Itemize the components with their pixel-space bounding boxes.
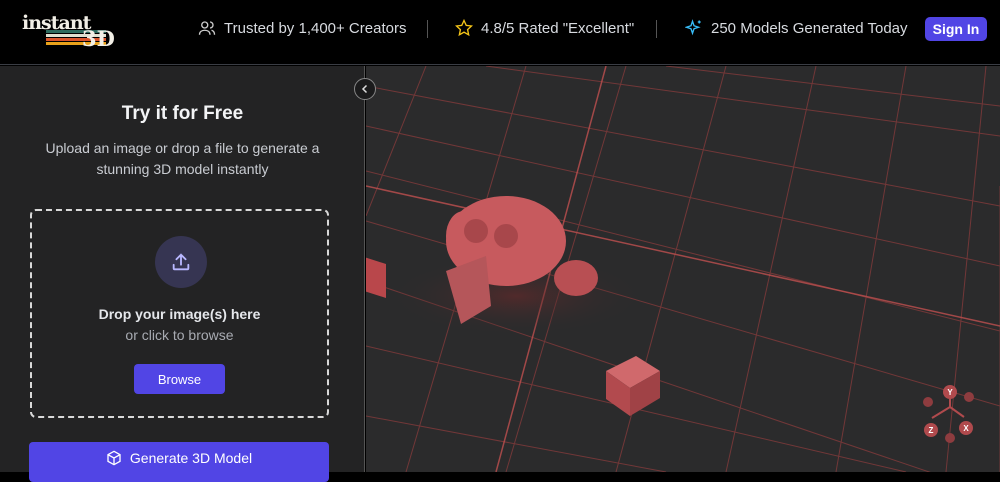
sign-in-button[interactable]: Sign In [925,17,987,41]
upload-icon [155,236,207,288]
stat-label: Trusted by 1,400+ Creators [224,19,407,37]
stat-creators: Trusted by 1,400+ Creators [198,19,406,37]
3d-viewport[interactable]: Y X Z [366,66,1000,472]
cube-icon [107,450,121,466]
stat-rating: 4.8/5 Rated "Excellent" [455,19,634,37]
stat-label: 250 Models Generated Today [711,19,908,37]
viewport-canvas[interactable]: Y X Z [366,66,1000,472]
stat-label: 4.8/5 Rated "Excellent" [481,19,635,37]
divider [427,20,428,38]
upload-panel: Try it for Free Upload an image or drop … [0,66,365,482]
instant3d-logo[interactable]: instant 3D [20,12,120,51]
collapse-panel-button[interactable] [354,78,376,100]
chevron-left-icon [361,84,368,94]
cube-left [366,257,386,298]
browse-button[interactable]: Browse [134,364,225,394]
users-icon [198,21,216,35]
panel-subtitle: Upload an image or drop a file to genera… [45,140,320,177]
drop-title: Drop your image(s) here [98,306,261,322]
generate-label: Generate 3D Model [129,450,253,466]
gizmo-y[interactable]: Y [947,388,953,397]
drop-subtitle: or click to browse [125,327,234,343]
star-icon [455,19,473,37]
axis-gizmo[interactable]: Y X Z [923,385,974,443]
gizmo-z[interactable]: Z [929,426,934,435]
panel-title: Try it for Free [121,103,244,124]
gizmo-x[interactable]: X [963,424,969,433]
top-header: instant 3D Trusted by 1,400+ Creators 4.… [0,0,1000,65]
stat-models: 250 Models Generated Today [685,19,908,37]
logo-3d: 3D [82,26,115,51]
generate-3d-model-button[interactable]: Generate 3D Model [29,442,329,482]
image-dropzone[interactable]: Drop your image(s) here or click to brow… [30,209,329,418]
divider [656,20,657,38]
sparkles-icon [685,19,701,36]
